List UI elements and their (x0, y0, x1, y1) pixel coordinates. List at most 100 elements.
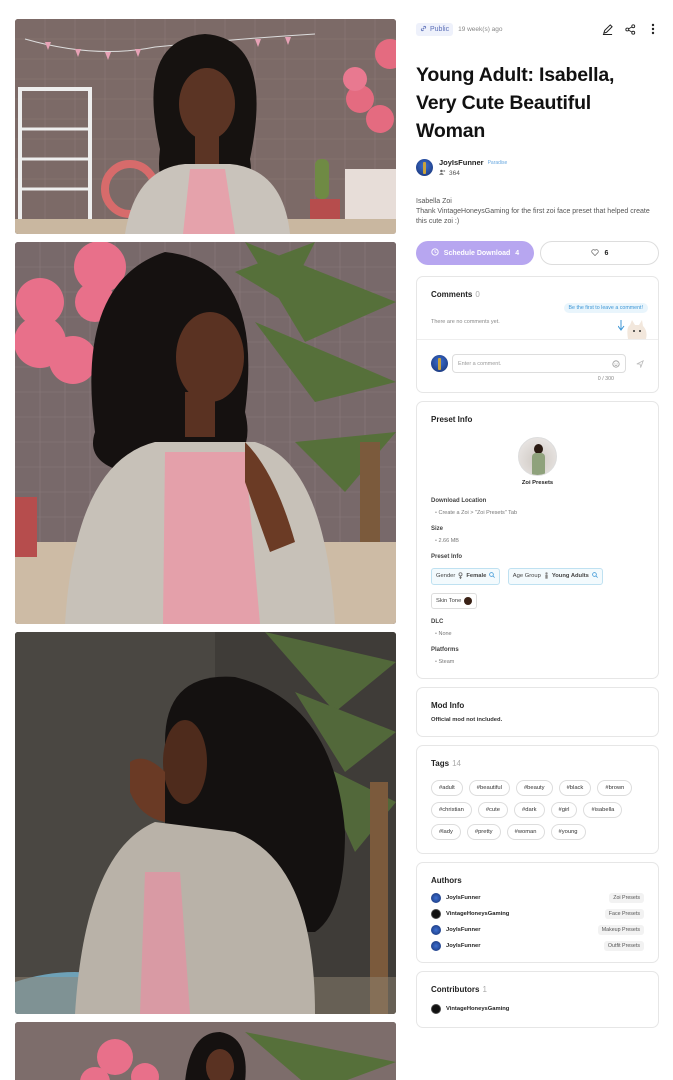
clock-icon (431, 248, 439, 258)
tag-chip[interactable]: #woman (506, 823, 545, 840)
author-avatar (431, 892, 441, 903)
send-icon[interactable] (636, 355, 644, 373)
visibility-label: Public (430, 25, 450, 33)
comment-prompt-bubble: Be the first to leave a comment! (563, 303, 648, 313)
top-bar: Public 19 week(s) ago (416, 19, 659, 39)
author-avatar (431, 908, 441, 919)
tag-chip[interactable]: #christian (431, 801, 472, 818)
tag-chip[interactable]: #pretty (466, 823, 501, 840)
author-role-badge: Face Presets (604, 908, 644, 919)
tags-card: Tags 14 #adult #beautiful #beauty #black #bro… (416, 744, 659, 854)
gallery-image-2[interactable] (15, 242, 396, 624)
age-group-label: Age Group (512, 573, 541, 579)
download-location-value: Create a Zoi > "Zoi Presets" Tab (431, 510, 644, 516)
preset-type-label: Zoi Presets (521, 480, 554, 486)
tags-count: 14 (452, 758, 461, 768)
search-icon[interactable] (489, 572, 496, 580)
mod-info-text: Official mod not included. (431, 716, 503, 723)
author-avatar (431, 924, 441, 935)
author-row[interactable]: JoyIsFunner Outfit Presets (431, 940, 644, 951)
tag-list: #adult #beautiful #beauty #black #brown #chri… (431, 779, 644, 840)
author-name[interactable]: VintageHoneysGaming (446, 911, 509, 917)
tag-chip[interactable]: #young (550, 823, 586, 840)
download-location-label: Download Location (431, 498, 487, 504)
link-icon (420, 25, 427, 34)
contributors-count: 1 (482, 984, 487, 994)
followers-icon (439, 169, 446, 177)
description: Isabella Zoi Thank VintageHoneysGaming f… (416, 197, 659, 227)
author-row[interactable]: JoyIsFunner Makeup Presets (431, 924, 644, 935)
contributor-name[interactable]: VintageHoneysGaming (446, 1006, 509, 1012)
skin-tone-label: Skin Tone (436, 597, 462, 604)
gender-label: Gender (436, 573, 456, 579)
like-count: 6 (604, 249, 609, 257)
size-value: 2.66 MB (431, 538, 644, 544)
gender-value: Female (466, 573, 487, 579)
author-name[interactable]: JoyIsFunner (446, 927, 480, 933)
dlc-label: DLC (431, 618, 444, 625)
comments-card: Comments 0 Be the first to leave a commen… (416, 276, 659, 393)
female-icon (458, 571, 463, 581)
visibility-badge[interactable]: Public (416, 22, 454, 36)
author-name[interactable]: JoyIsFunner (446, 895, 480, 901)
author-row[interactable]: JoyIsFunner Paradise 364 (416, 158, 659, 177)
contributor-row[interactable]: VintageHoneysGaming (431, 1003, 644, 1014)
action-bar: Schedule Download 4 6 (416, 241, 659, 265)
tag-chip[interactable]: #lady (431, 823, 461, 840)
contributors-card: Contributors 1 VintageHoneysGaming (416, 970, 659, 1028)
schedule-download-button[interactable]: Schedule Download 4 (416, 241, 534, 265)
search-icon[interactable] (592, 572, 598, 580)
emoji-icon[interactable] (612, 355, 620, 373)
description-line-2: Thank VintageHoneysGaming for the first … (416, 208, 650, 225)
age-group-value: Young Adults (551, 573, 589, 579)
gallery-image-3[interactable] (15, 632, 396, 1014)
cat-mascot-icon (617, 317, 648, 339)
preset-info-title: Preset Info (431, 415, 473, 424)
tags-title: Tags 14 (431, 758, 461, 768)
authors-title: Authors (431, 875, 462, 885)
download-count: 4 (515, 249, 520, 257)
tag-chip[interactable]: #black (558, 779, 592, 796)
tag-chip[interactable]: #adult (431, 779, 463, 796)
author-row[interactable]: JoyIsFunner Zoi Presets (431, 892, 644, 903)
like-button[interactable]: 6 (540, 241, 659, 265)
tag-chip[interactable]: #cute (477, 801, 508, 818)
description-line-1: Isabella Zoi (416, 198, 452, 205)
tag-chip[interactable]: #dark (514, 801, 545, 818)
tag-chip[interactable]: #brown (597, 779, 633, 796)
current-user-avatar (431, 355, 448, 372)
gender-pill[interactable]: Gender Female (431, 567, 501, 585)
author-name[interactable]: JoyIsFunner (439, 158, 484, 167)
skin-tone-pill[interactable]: Skin Tone (431, 592, 478, 609)
contributors-title: Contributors 1 (431, 984, 487, 994)
followers-count: 364 (449, 169, 460, 177)
tag-chip[interactable]: #isabella (583, 801, 623, 818)
edit-icon[interactable] (601, 23, 613, 35)
post-time: 19 week(s) ago (458, 25, 503, 33)
tag-chip[interactable]: #girl (550, 801, 578, 818)
age-group-pill[interactable]: Age Group Young Adults (507, 567, 603, 585)
tag-chip[interactable]: #beautiful (468, 779, 510, 796)
platforms-label: Platforms (431, 646, 459, 653)
skin-tone-swatch (464, 596, 473, 605)
download-label: Schedule Download (443, 249, 511, 257)
comment-input[interactable]: Enter a comment. (458, 361, 612, 367)
avatar[interactable] (416, 159, 433, 176)
contributor-avatar (431, 1003, 441, 1014)
author-name[interactable]: JoyIsFunner (446, 943, 480, 949)
author-row[interactable]: VintageHoneysGaming Face Presets (431, 908, 644, 919)
mod-info-title: Mod Info (431, 700, 465, 710)
preset-info-card: Preset Info Zoi Presets Download Locatio… (416, 401, 659, 679)
tag-chip[interactable]: #beauty (515, 779, 553, 796)
person-icon (544, 571, 549, 581)
author-avatar (431, 940, 441, 951)
page-title: Young Adult: Isabella, Very Cute Beautif… (416, 64, 615, 142)
gallery-image-4[interactable] (15, 1022, 396, 1080)
preset-type-thumbnail (518, 437, 557, 476)
gallery-image-1[interactable] (15, 19, 396, 234)
platform-value: Steam (431, 659, 644, 665)
more-options-icon[interactable] (647, 23, 659, 35)
share-icon[interactable] (624, 23, 636, 35)
mod-info-card: Mod Info Official mod not included. (416, 686, 659, 737)
author-role-badge: Zoi Presets (609, 892, 644, 903)
